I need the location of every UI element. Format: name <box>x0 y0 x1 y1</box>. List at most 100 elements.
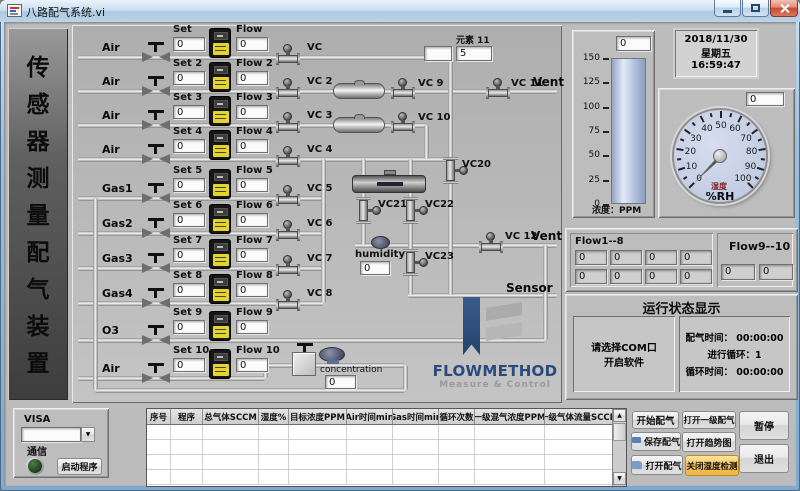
table-cell[interactable] <box>171 440 203 455</box>
gauge-tick <box>761 158 765 160</box>
table-cell[interactable] <box>475 440 545 455</box>
table-row[interactable] <box>147 440 626 455</box>
table-header-cell[interactable]: 程序 <box>171 409 203 425</box>
close-humidity-check-button[interactable]: 关闭湿度检测 <box>685 455 739 476</box>
table-body[interactable] <box>147 425 626 485</box>
scrollbar-thumb[interactable] <box>613 423 626 441</box>
table-cell[interactable] <box>203 455 259 470</box>
visa-combo-dropdown[interactable]: ▼ <box>81 427 95 442</box>
gauge-tick-label: 60 <box>729 124 740 134</box>
window-title: 八路配气系统.vi <box>26 4 105 20</box>
table-cell[interactable] <box>347 440 393 455</box>
table-cell[interactable] <box>347 425 393 440</box>
table-cell[interactable] <box>545 440 614 455</box>
tank-panel: 0 1501251007550250 浓度：PPM <box>572 30 655 218</box>
title-bar[interactable]: 八路配气系统.vi <box>0 0 800 22</box>
table-cell[interactable] <box>439 425 475 440</box>
table-row[interactable] <box>147 470 626 485</box>
open-primary-dispense-button[interactable]: 打开一级配气 <box>682 411 736 429</box>
table-header-cell[interactable]: 目标浓度PPM <box>289 409 347 425</box>
gauge-tick-label: 40 <box>701 124 712 134</box>
table-header-cell[interactable]: 序号 <box>147 409 171 425</box>
weekday-text: 星期五 <box>675 45 757 60</box>
table-header-cell[interactable]: 一级气体流量SCCM <box>545 409 614 425</box>
table-cell[interactable] <box>259 425 289 440</box>
table-cell[interactable] <box>347 455 393 470</box>
pause-button[interactable]: 暂停 <box>739 411 789 440</box>
labview-vi-icon <box>7 4 22 17</box>
gauge-tick <box>746 122 750 126</box>
table-cell[interactable] <box>259 440 289 455</box>
gauge-tick <box>677 159 681 161</box>
table-cell[interactable] <box>289 425 347 440</box>
table-cell[interactable] <box>147 455 171 470</box>
scroll-down-button[interactable]: ▼ <box>613 472 626 485</box>
close-button[interactable] <box>770 0 798 17</box>
table-cell[interactable] <box>439 440 475 455</box>
gauge-unit: %RH <box>674 190 766 203</box>
table-cell[interactable] <box>259 470 289 485</box>
table-cell[interactable] <box>545 470 614 485</box>
table-cell[interactable] <box>171 470 203 485</box>
table-cell[interactable] <box>475 425 545 440</box>
gauge-tick-label: 90 <box>745 162 756 172</box>
table-cell[interactable] <box>171 455 203 470</box>
save-dispense-button[interactable]: 保存配气 <box>631 432 681 451</box>
table-cell[interactable] <box>171 425 203 440</box>
table-header-cell[interactable]: 湿度% <box>259 409 289 425</box>
table-cell[interactable] <box>289 440 347 455</box>
table-cell[interactable] <box>259 455 289 470</box>
exit-button[interactable]: 退出 <box>739 444 789 473</box>
gauge-value[interactable]: 0 <box>746 92 784 106</box>
gauge-tick <box>755 176 759 179</box>
table-cell[interactable] <box>289 455 347 470</box>
table-header-cell[interactable]: 总气体SCCM <box>203 409 259 425</box>
table-cell[interactable] <box>147 470 171 485</box>
scroll-up-button[interactable]: ▲ <box>613 409 626 422</box>
table-cell[interactable] <box>393 455 439 470</box>
table-cell[interactable] <box>147 440 171 455</box>
table-cell[interactable] <box>203 470 259 485</box>
table-cell[interactable] <box>439 455 475 470</box>
table-header-cell[interactable]: 循环次数 <box>439 409 475 425</box>
tank-bar <box>611 58 646 204</box>
table-cell[interactable] <box>147 425 171 440</box>
table-cell[interactable] <box>475 470 545 485</box>
flow910-display-1: 0 <box>721 264 755 280</box>
flow18-display-3: 0 <box>645 250 677 265</box>
start-program-button[interactable]: 启动程序 <box>57 458 102 475</box>
start-dispense-button[interactable]: 开始配气 <box>632 411 679 429</box>
gauge-tick <box>683 176 687 179</box>
tank-tick-label: 150 <box>578 53 600 63</box>
program-table[interactable]: 序号程序总气体SCCM湿度%目标浓度PPMAir时间minGas时间min循环次… <box>146 408 627 487</box>
table-cell[interactable] <box>203 440 259 455</box>
sidebar-title-char: 气 <box>27 278 50 302</box>
table-header-cell[interactable]: 一级混气浓度PPM <box>475 409 545 425</box>
sidebar-title-char: 量 <box>27 204 50 228</box>
tank-value[interactable]: 0 <box>616 36 651 51</box>
table-cell[interactable] <box>393 440 439 455</box>
table-cell[interactable] <box>203 425 259 440</box>
sidebar-title-char: 装 <box>27 315 50 339</box>
table-row[interactable] <box>147 455 626 470</box>
table-cell[interactable] <box>545 455 614 470</box>
table-header-cell[interactable]: Gas时间min <box>393 409 439 425</box>
table-cell[interactable] <box>545 425 614 440</box>
open-trend-button[interactable]: 打开趋势图 <box>682 432 736 452</box>
gauge-hub <box>713 149 727 163</box>
minimize-button[interactable] <box>714 0 741 17</box>
table-header-cell[interactable]: Air时间min <box>347 409 393 425</box>
table-cell[interactable] <box>475 455 545 470</box>
table-cell[interactable] <box>347 470 393 485</box>
save-icon <box>632 437 641 446</box>
table-cell[interactable] <box>393 425 439 440</box>
visa-resource-combo[interactable] <box>21 427 81 442</box>
table-scrollbar[interactable]: ▲ ▼ <box>612 409 626 486</box>
table-row[interactable] <box>147 425 626 440</box>
table-cell[interactable] <box>439 470 475 485</box>
open-dispense-button[interactable]: 打开配气 <box>631 455 683 475</box>
table-cell[interactable] <box>289 470 347 485</box>
table-cell[interactable] <box>393 470 439 485</box>
maximize-button[interactable] <box>742 0 769 17</box>
current-cycle: 进行循环：1 <box>707 347 761 361</box>
